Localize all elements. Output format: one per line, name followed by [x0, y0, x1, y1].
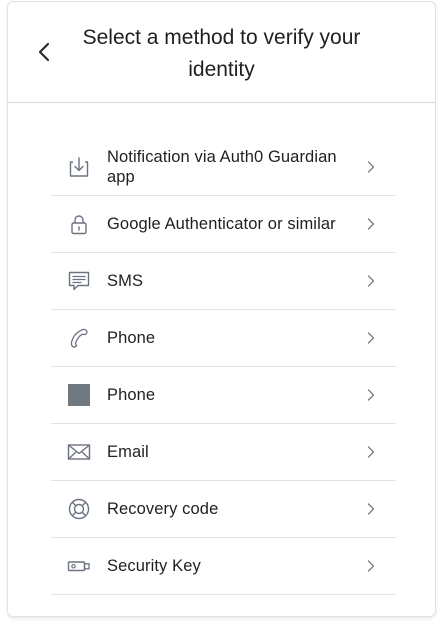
header: Select a method to verify your identity [8, 2, 435, 103]
method-security-key[interactable]: Security Key [51, 538, 396, 595]
method-label: Email [107, 443, 149, 461]
verification-card: Select a method to verify your identity … [8, 2, 435, 616]
square-placeholder-icon [67, 383, 91, 407]
method-authenticator-app[interactable]: Google Authenticator or similar [51, 196, 396, 253]
method-label: Phone [107, 386, 156, 404]
method-phone-alt[interactable]: Phone [51, 367, 396, 424]
method-sms[interactable]: SMS [51, 253, 396, 310]
chevron-left-icon [38, 42, 50, 62]
method-label: Notification via Auth0 Guardian app [107, 147, 337, 186]
lock-icon [67, 212, 91, 236]
chevron-right-icon [366, 445, 376, 459]
method-list: Notification via Auth0 Guardian app Goog… [51, 138, 396, 595]
method-label: Recovery code [107, 500, 219, 518]
message-icon [67, 269, 91, 293]
phone-icon [67, 326, 91, 350]
method-label: Security Key [107, 557, 201, 575]
chevron-right-icon [366, 331, 376, 345]
chevron-right-icon [366, 274, 376, 288]
chevron-right-icon [366, 217, 376, 231]
chevron-right-icon [366, 160, 376, 174]
method-guardian-notification[interactable]: Notification via Auth0 Guardian app [51, 138, 396, 196]
method-label: SMS [107, 272, 144, 290]
chevron-right-icon [366, 559, 376, 573]
method-phone-voice[interactable]: Phone [51, 310, 396, 367]
chevron-right-icon [366, 388, 376, 402]
method-email[interactable]: Email [51, 424, 396, 481]
usb-key-icon [67, 554, 91, 578]
envelope-icon [67, 440, 91, 464]
page-title: Select a method to verify your identity [82, 26, 361, 81]
back-button[interactable] [32, 38, 56, 66]
method-recovery-code[interactable]: Recovery code [51, 481, 396, 538]
download-tray-icon [67, 155, 91, 179]
lifebuoy-icon [67, 497, 91, 521]
method-label: Google Authenticator or similar [107, 215, 336, 233]
chevron-right-icon [366, 502, 376, 516]
method-label: Phone [107, 329, 156, 347]
